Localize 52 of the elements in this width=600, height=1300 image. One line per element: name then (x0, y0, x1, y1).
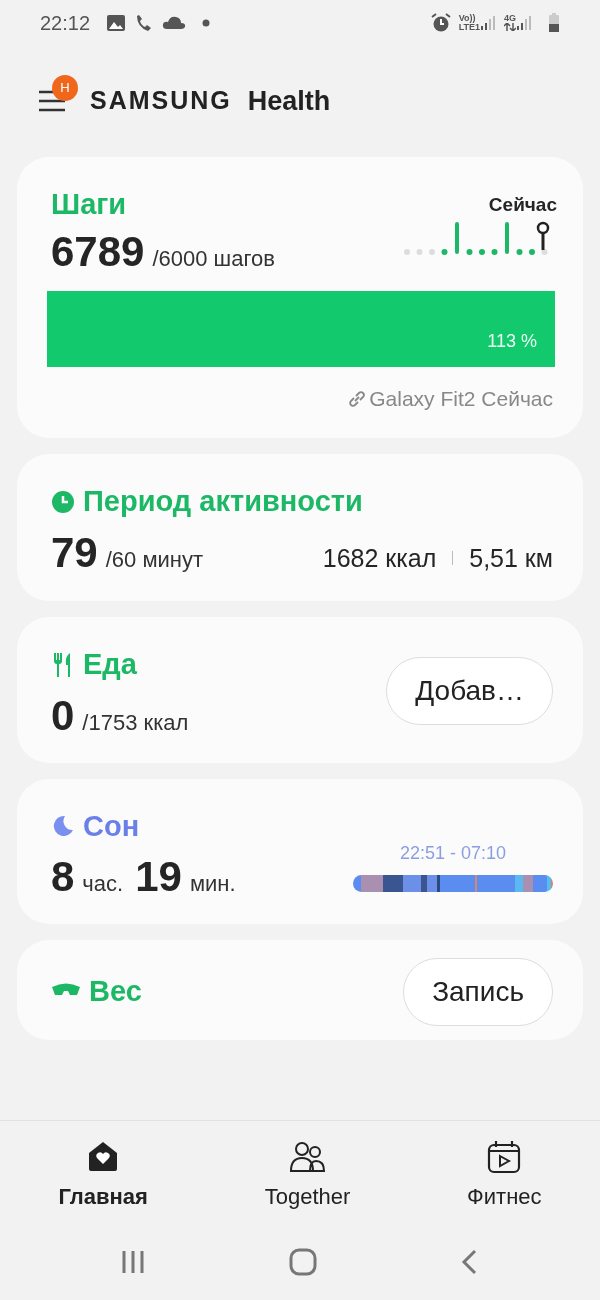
calendar-play-icon (486, 1139, 523, 1174)
notification-badge: H (52, 74, 78, 101)
minutes-unit: мин. (189, 870, 236, 898)
network-text: 4G (504, 14, 516, 23)
link-icon (347, 389, 366, 408)
activity-card[interactable]: Период активности 79 /60 минут 1682 ккал 5,51 км (17, 454, 583, 601)
image-icon (106, 13, 127, 32)
signal-icon (516, 14, 532, 31)
now-label: Сейчас (488, 193, 557, 217)
brand-text: SAMSUNG (90, 85, 232, 117)
hours-unit: час. (82, 870, 124, 898)
home-button-icon[interactable] (289, 1247, 317, 1276)
sleep-time-range: 22:51 - 07:10 (399, 842, 507, 865)
nav-tab[interactable]: Together (248, 1129, 367, 1223)
clock-icon (51, 489, 75, 514)
alarm-icon (430, 12, 451, 33)
nav-tab[interactable]: Фитнес (451, 1129, 558, 1223)
food-calories: 0 (51, 694, 75, 737)
source-text: Galaxy Fit2 Сейчас (369, 385, 553, 412)
add-button[interactable]: Добав… (386, 656, 553, 725)
percent-text: 113 % (487, 329, 537, 353)
step-goal: /6000 шагов (152, 244, 275, 273)
food-goal: /1753 ккал (82, 708, 189, 737)
volte-text: Vo)) (458, 13, 476, 23)
lte-text: LTE1 (458, 22, 480, 32)
card-title: Вес (89, 974, 142, 1010)
record-button[interactable]: Запись (403, 958, 553, 1026)
sleep-minutes: 19 (135, 856, 182, 898)
sleep-card[interactable]: Сон 8 час. 19 мин. 22:51 - 07:10 (17, 778, 583, 924)
card-title: Шаги (51, 187, 128, 222)
dot-icon (202, 18, 211, 27)
distance-text: 5,51 км (469, 542, 553, 574)
nav-tab[interactable]: Главная (42, 1129, 164, 1223)
calories-text: 1682 ккал (322, 542, 437, 574)
activity-minutes: 79 (51, 531, 98, 574)
battery-icon (548, 12, 560, 33)
cloud-icon (162, 14, 187, 31)
activity-goal: /60 минут (105, 545, 204, 574)
signal-icon (480, 14, 496, 31)
food-card[interactable]: Еда 0 /1753 ккал Добав… (17, 617, 583, 763)
moon-icon (51, 814, 75, 839)
steps-card[interactable]: Шаги 6789 /6000 шагов Сейчас 113 % Galaxy Fit2 Сейчас (17, 157, 583, 438)
sleep-hours: 8 (51, 856, 75, 898)
step-count: 6789 (51, 230, 145, 273)
card-title: Период активности (83, 484, 363, 519)
clock-text: 22:12 (40, 10, 91, 36)
data-arrows-icon (504, 23, 516, 31)
app-title: Health (247, 84, 331, 118)
weight-card[interactable]: Вес Запись (17, 940, 583, 1040)
card-title: Еда (83, 647, 137, 682)
card-title: Сон (83, 808, 140, 844)
people-icon (289, 1139, 326, 1174)
